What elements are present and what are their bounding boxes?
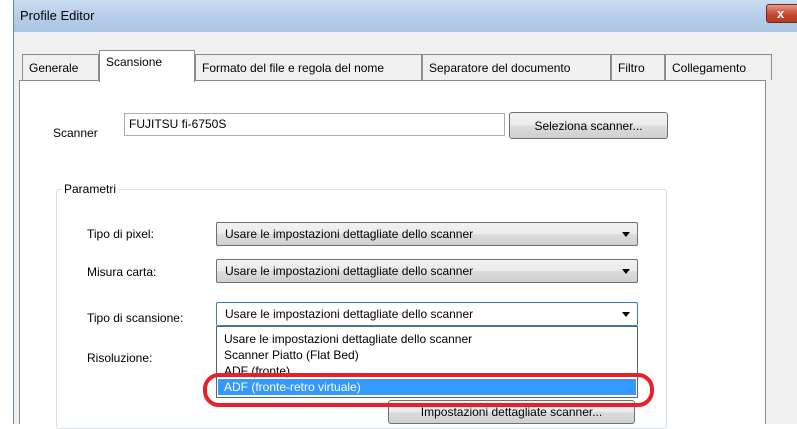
tab-separatore[interactable]: Separatore del documento <box>422 54 611 80</box>
window-title: Profile Editor <box>20 8 95 23</box>
paper-size-label: Misura carta: <box>87 265 157 279</box>
pixel-type-value: Usare le impostazioni dettagliate dello … <box>225 227 474 241</box>
close-button[interactable]: x <box>766 4 797 23</box>
pixel-type-label: Tipo di pixel: <box>87 227 154 241</box>
highlight-ring-annotation <box>203 373 654 407</box>
scan-type-select[interactable]: Usare le impostazioni dettagliate dello … <box>216 302 638 326</box>
tab-filtro[interactable]: Filtro <box>611 54 665 80</box>
pixel-type-select[interactable]: Usare le impostazioni dettagliate dello … <box>216 222 638 246</box>
paper-size-select[interactable]: Usare le impostazioni dettagliate dello … <box>216 259 638 283</box>
close-icon: x <box>777 6 785 21</box>
tab-collegamento[interactable]: Collegamento <box>665 54 772 80</box>
tab-scansione[interactable]: Scansione <box>99 50 195 82</box>
tab-generale[interactable]: Generale <box>22 54 99 80</box>
scan-type-label: Tipo di scansione: <box>87 311 184 325</box>
chevron-down-icon <box>622 312 630 317</box>
chevron-down-icon <box>622 269 630 274</box>
resolution-label: Risoluzione: <box>87 351 153 365</box>
dropdown-option[interactable]: Scanner Piatto (Flat Bed) <box>218 347 636 363</box>
title-bar: Profile Editor x <box>14 0 797 32</box>
paper-size-value: Usare le impostazioni dettagliate dello … <box>225 264 474 278</box>
select-scanner-button[interactable]: Seleziona scanner... <box>509 112 668 139</box>
tab-formato-file[interactable]: Formato del file e regola del nome <box>195 54 422 80</box>
tab-strip: Generale Scansione Formato del file e re… <box>14 32 797 82</box>
scanner-label: Scanner <box>53 126 98 140</box>
parametri-legend: Parametri <box>62 182 119 196</box>
dropdown-option[interactable]: Usare le impostazioni dettagliate dello … <box>218 331 636 347</box>
chevron-down-icon <box>622 232 630 237</box>
scan-type-value: Usare le impostazioni dettagliate dello … <box>225 307 474 321</box>
scanner-name-field[interactable]: FUJITSU fi-6750S <box>124 113 505 136</box>
